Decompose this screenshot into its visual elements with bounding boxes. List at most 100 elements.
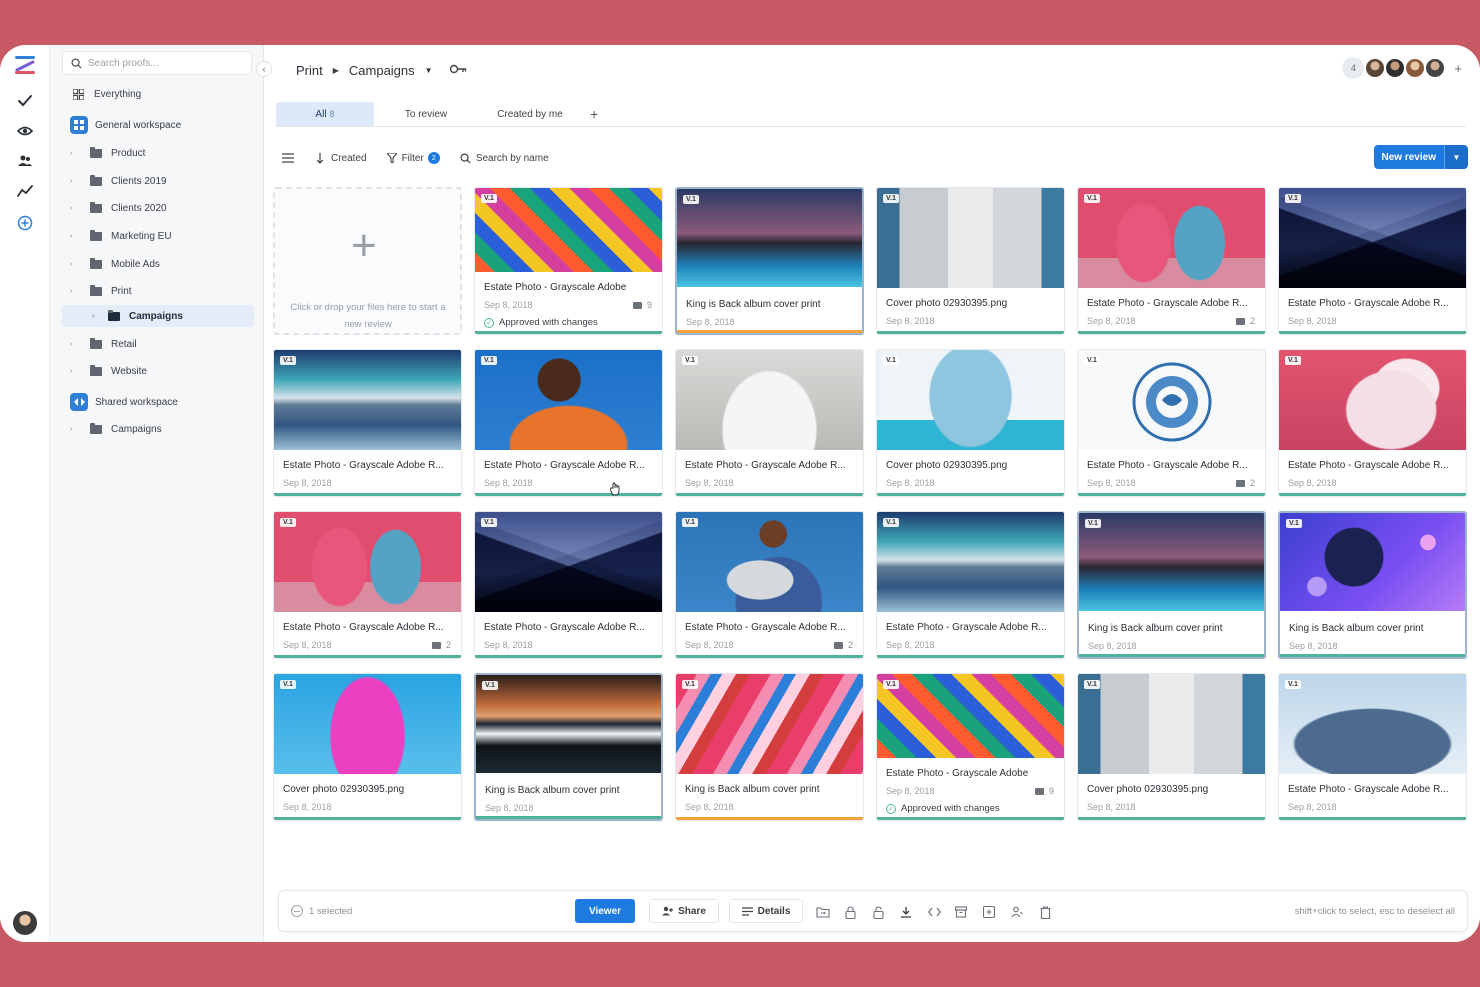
tab-all[interactable]: All 8 (276, 102, 374, 126)
filter-button[interactable]: Filter 2 (386, 152, 440, 164)
new-review-button[interactable]: New review (1373, 145, 1444, 169)
upload-dropzone[interactable]: + Click or drop your files here to start… (273, 187, 462, 335)
proof-card[interactable]: V.1 King is Back album cover print Sep 8… (675, 673, 864, 821)
proof-card[interactable]: V.1 King is Back album cover print Sep 8… (474, 673, 663, 821)
list-view-icon[interactable] (282, 153, 299, 163)
sidebar-item-general-workspace[interactable]: General workspace (62, 114, 254, 136)
proof-card[interactable]: V.1 Estate Photo - Grayscale Adobe R... … (1278, 187, 1467, 335)
breadcrumb-campaigns[interactable]: Campaigns (349, 63, 415, 78)
chevron-right-icon[interactable]: › (70, 205, 80, 212)
proof-card[interactable]: V.1 Estate Photo - Grayscale Adobe R... … (675, 511, 864, 659)
proof-date: Sep 8, 2018 (1087, 316, 1136, 326)
check-circle-icon: ✓ (484, 317, 494, 328)
version-badge: V.1 (883, 194, 899, 203)
sidebar-item-shared-workspace[interactable]: Shared workspace (62, 391, 254, 413)
breadcrumb-print[interactable]: Print (296, 63, 323, 78)
sort-button[interactable]: Created (317, 152, 367, 164)
proof-card[interactable]: V.1 Estate Photo - Grayscale Adobe R... … (474, 349, 663, 497)
sidebar-item-retail[interactable]: › Retail (62, 333, 254, 355)
chevron-right-icon[interactable]: › (70, 368, 80, 375)
proof-card[interactable]: V.1 Estate Photo - Grayscale Adobe R... … (675, 349, 864, 497)
proof-card[interactable]: V.1 Estate Photo - Grayscale Adobe R... … (1077, 349, 1266, 497)
sidebar-item-marketing-eu[interactable]: › Marketing EU (62, 225, 254, 247)
move-folder-icon[interactable] (816, 905, 830, 919)
sidebar-item-clients-2020[interactable]: › Clients 2020 (62, 197, 254, 219)
proof-card[interactable]: V.1 King is Back album cover print Sep 8… (1278, 511, 1467, 659)
sidebar-item-website[interactable]: › Website (62, 360, 254, 382)
proof-card[interactable]: V.1 Estate Photo - Grayscale Adobe Sep 8… (474, 187, 663, 335)
chevron-down-icon[interactable]: › (70, 288, 80, 295)
chevron-right-icon[interactable]: › (70, 261, 80, 268)
proof-card[interactable]: V.1 Estate Photo - Grayscale Adobe R... … (273, 511, 462, 659)
proof-card[interactable]: V.1 Cover photo 02930395.png Sep 8, 2018 (876, 187, 1065, 335)
download-icon[interactable] (899, 905, 913, 919)
add-tab-icon[interactable]: + (582, 102, 606, 126)
tab-to-review[interactable]: To review (374, 102, 478, 126)
search-box[interactable] (62, 51, 252, 75)
collaborator-count: 4 (1342, 57, 1365, 79)
proof-card[interactable]: V.1 Estate Photo - Grayscale Adobe Sep 8… (876, 673, 1065, 821)
viewer-button[interactable]: Viewer (575, 899, 635, 923)
sidebar-item-clients-2019[interactable]: › Clients 2019 (62, 170, 254, 192)
users-icon[interactable] (13, 149, 37, 173)
chevron-down-icon[interactable]: ▼ (1444, 145, 1468, 169)
proof-card[interactable]: V.1 Estate Photo - Grayscale Adobe R... … (1278, 349, 1467, 497)
add-collaborator-icon[interactable]: + (1454, 61, 1462, 76)
sidebar-item-campaigns[interactable]: › Campaigns (62, 305, 254, 327)
version-badge: V.1 (883, 356, 899, 365)
folder-icon (90, 284, 102, 296)
assign-user-icon[interactable] (1010, 905, 1024, 919)
chevron-right-icon[interactable]: › (70, 426, 80, 433)
app-logo-icon[interactable] (13, 53, 37, 77)
tab-created-by-me[interactable]: Created by me (478, 102, 582, 126)
details-button[interactable]: Details (729, 899, 803, 923)
sidebar-item-print[interactable]: › Print (62, 280, 254, 302)
chevron-right-icon[interactable]: › (92, 313, 102, 320)
proof-card[interactable]: V.1 King is Back album cover print Sep 8… (675, 187, 864, 335)
proof-date: Sep 8, 2018 (685, 802, 734, 812)
avatar[interactable] (1424, 57, 1447, 79)
collaborators[interactable]: 4 + (1342, 57, 1462, 79)
avatar[interactable] (1384, 57, 1407, 79)
chevron-right-icon[interactable]: › (70, 341, 80, 348)
sidebar-item-everything[interactable]: Everything (62, 83, 254, 105)
proof-title: King is Back album cover print (685, 784, 820, 795)
key-icon[interactable] (449, 63, 467, 78)
analytics-icon[interactable] (13, 179, 37, 203)
proof-card[interactable]: V.1 Estate Photo - Grayscale Adobe R... … (1278, 673, 1467, 821)
search-input[interactable] (88, 57, 238, 69)
collapse-sidebar-button[interactable]: ‹ (256, 61, 272, 77)
caret-down-icon[interactable]: ▼ (425, 66, 433, 75)
proof-card[interactable]: V.1 Estate Photo - Grayscale Adobe R... … (273, 349, 462, 497)
selection-count[interactable]: 1 selected (291, 905, 352, 917)
sidebar-item-label: Print (111, 285, 132, 297)
proof-card[interactable]: V.1 Estate Photo - Grayscale Adobe R... … (1077, 187, 1266, 335)
deselect-icon[interactable] (291, 905, 303, 917)
trash-icon[interactable] (1038, 905, 1052, 919)
proof-card[interactable]: V.1 King is Back album cover print Sep 8… (1077, 511, 1266, 659)
add-to-collection-icon[interactable] (982, 905, 996, 919)
proof-card[interactable]: V.1 Cover photo 02930395.png Sep 8, 2018 (876, 349, 1065, 497)
share-button[interactable]: Share (649, 899, 719, 923)
sidebar-item-shared-campaigns[interactable]: › Campaigns (62, 418, 254, 440)
lock-icon[interactable] (843, 905, 857, 919)
chevron-right-icon[interactable]: › (70, 150, 80, 157)
sidebar-item-product[interactable]: › Product (62, 142, 254, 164)
search-by-name[interactable]: Search by name (460, 153, 549, 164)
chevron-right-icon[interactable]: › (70, 233, 80, 240)
avatar[interactable] (1404, 57, 1427, 79)
unlock-icon[interactable] (871, 905, 885, 919)
add-circle-icon[interactable] (13, 211, 37, 235)
user-avatar[interactable] (13, 911, 37, 935)
embed-code-icon[interactable] (927, 905, 941, 919)
avatar[interactable] (1364, 57, 1387, 79)
sidebar-item-mobile-ads[interactable]: › Mobile Ads (62, 253, 254, 275)
proof-card[interactable]: V.1 Estate Photo - Grayscale Adobe R... … (474, 511, 663, 659)
eye-icon[interactable] (13, 119, 37, 143)
chevron-right-icon[interactable]: › (70, 178, 80, 185)
checkmark-icon[interactable] (13, 89, 37, 113)
proof-card[interactable]: V.1 Cover photo 02930395.png Sep 8, 2018 (273, 673, 462, 821)
proof-card[interactable]: V.1 Estate Photo - Grayscale Adobe R... … (876, 511, 1065, 659)
proof-card[interactable]: V.1 Cover photo 02930395.png Sep 8, 2018 (1077, 673, 1266, 821)
archive-icon[interactable] (954, 905, 968, 919)
